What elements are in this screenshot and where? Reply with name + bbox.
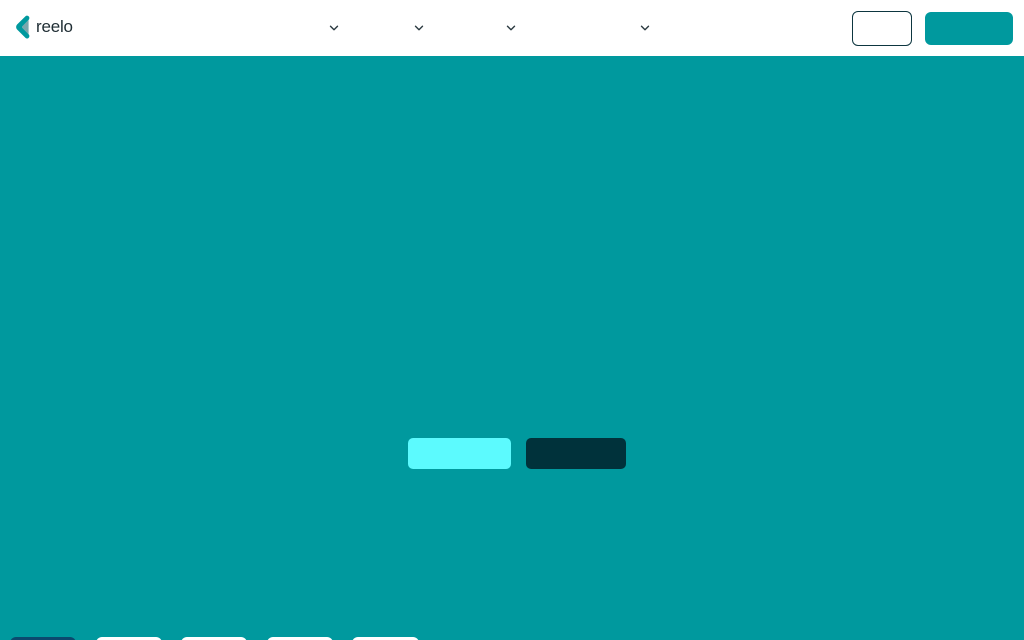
login-button[interactable] [852, 11, 912, 46]
chevron-down-icon [506, 25, 516, 31]
nav-item-1[interactable] [328, 22, 340, 34]
nav-item-3[interactable] [505, 22, 517, 34]
chevron-down-icon [414, 25, 424, 31]
logo-link[interactable]: reelo [15, 15, 73, 39]
hero-section [0, 56, 1024, 640]
nav-item-4[interactable] [639, 22, 651, 34]
chevron-down-icon [329, 25, 339, 31]
chevron-down-icon [640, 25, 650, 31]
hero-secondary-button[interactable] [526, 438, 626, 469]
hero-primary-button[interactable] [408, 438, 511, 469]
site-header: reelo [0, 0, 1024, 56]
reelo-logo-icon [16, 15, 30, 39]
logo-text: reelo [36, 17, 73, 36]
nav-item-2[interactable] [413, 22, 425, 34]
signup-button[interactable] [925, 12, 1013, 45]
page: reelo [0, 0, 1024, 640]
